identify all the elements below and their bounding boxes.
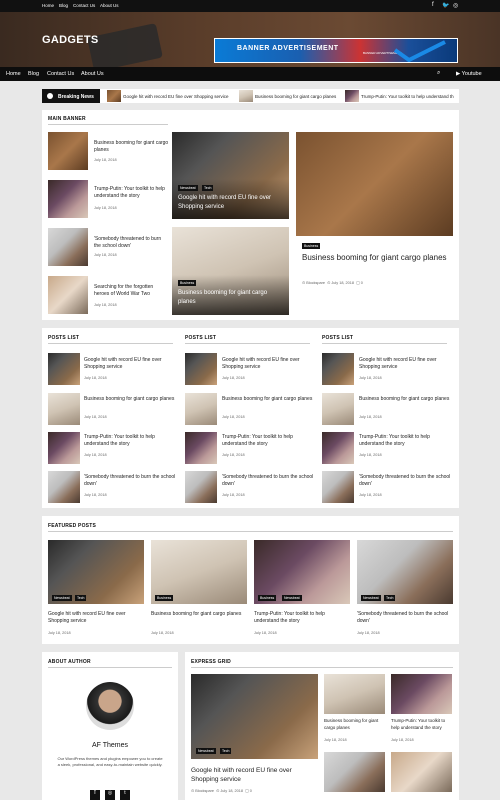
thumbnail [48,353,80,385]
author-bio: Our WordPress themes and plugins empower… [57,756,163,767]
nav-home[interactable]: Home [6,71,21,77]
thumbnail [48,393,80,425]
checkmark-graphic [393,40,446,62]
tag[interactable]: Business [258,595,277,601]
facebook-icon[interactable]: f [90,790,100,800]
banner-card-center-top[interactable]: Newsbeat Tech Google hit with record EU … [172,132,289,219]
tag[interactable]: Tech [75,595,87,601]
facebook-icon[interactable]: f [432,2,434,8]
thumbnail [239,90,253,102]
post-meta: ⊙ Blockspare ⊙ July 18, 2018 ▢ 0 [302,281,363,285]
nav-contact[interactable]: Contact Us [47,71,74,77]
banner-title: Business booming for giant cargo planes [302,253,447,262]
thumbnail [48,276,88,314]
section-title: POSTS LIST [185,335,217,341]
thumbnail: Newsbeat Tech [357,540,453,604]
youtube-link[interactable]: ▶ Youtube [456,71,482,77]
top-link-about[interactable]: About Us [100,3,119,8]
thumbnail [322,471,354,503]
thumbnail [48,228,88,266]
express-thumb[interactable] [391,752,452,792]
banner-advertisement[interactable]: BANNER ADVERTISEMENT BANNER ADVERTISEMEN… [214,38,458,63]
section-title: POSTS LIST [322,335,354,341]
divider [48,531,453,532]
twitter-icon[interactable]: 🐦 [442,2,449,9]
thumbnail [296,132,453,236]
main-nav: Home Blog Contact Us About Us ⌕ ▶ Youtub… [0,67,500,81]
youtube-icon: ▶ [456,71,461,77]
about-author-widget: ABOUT AUTHOR AF Themes Our WordPress the… [42,652,178,800]
thumbnail [322,393,354,425]
breaking-item[interactable]: Google hit with record EU fine over Shop… [107,90,231,102]
main-banner-section: MAIN BANNER Business booming for giant c… [42,110,459,320]
twitter-icon[interactable]: t [120,790,130,800]
tag[interactable]: Tech [220,748,232,754]
thumbnail: Newsbeat Tech [191,674,318,759]
breaking-item[interactable]: Business booming for giant cargo planes [239,90,339,102]
thumbnail [48,132,88,170]
top-link-home[interactable]: Home [42,3,54,8]
nav-about[interactable]: About Us [81,71,104,77]
featured-posts-section: FEATURED POSTS Newsbeat Tech Google hit … [42,516,459,644]
section-title: FEATURED POSTS [48,523,96,529]
top-bar: Home Blog Contact Us About Us f 🐦 ◎ [0,0,500,12]
divider [185,343,310,344]
thumbnail [322,353,354,385]
thumbnail [185,353,217,385]
thumbnail: Newsbeat Tech [48,540,144,604]
tag[interactable]: Tech [384,595,396,601]
tag[interactable]: Tech [202,185,214,191]
divider [48,343,173,344]
thumbnail [48,432,80,464]
section-title: ABOUT AUTHOR [48,659,91,665]
thumbnail [185,471,217,503]
tag[interactable]: Business [178,280,197,286]
site-header: GADGETS BANNER ADVERTISEMENT BANNER ADVE… [0,12,500,72]
thumbnail: Business [151,540,247,604]
thumbnail [185,393,217,425]
thumbnail [322,432,354,464]
breaking-label: Breaking News [42,89,100,103]
thumbnail [48,471,80,503]
express-grid-section: EXPRESS GRID Newsbeat Tech Google hit wi… [185,652,459,800]
search-icon[interactable]: ⌕ [437,70,440,77]
divider [322,343,447,344]
camera-image [87,23,163,72]
nav-blog[interactable]: Blog [28,71,39,77]
express-thumb[interactable] [324,752,385,792]
section-title: EXPRESS GRID [191,659,231,665]
divider [48,667,172,668]
divider [191,667,453,668]
tag[interactable]: Business [155,595,174,601]
section-title: MAIN BANNER [48,116,86,122]
instagram-icon[interactable]: ◎ [453,2,458,9]
breaking-dot-icon [47,93,53,99]
thumbnail [48,180,88,218]
section-title: POSTS LIST [48,335,80,341]
thumbnail: Business Newsbeat [254,540,350,604]
banner-card-center-bottom[interactable]: Business Business booming for giant carg… [172,227,289,315]
breaking-item[interactable]: Trump-Putin: Your toolkit to help unders… [345,90,459,102]
tag[interactable]: Newsbeat [282,595,302,601]
breaking-news-bar: Breaking News Google hit with record EU … [42,89,459,103]
post-meta: ⊙ Blockspare ⊙ July 18, 2018 ▢ 0 [191,789,252,793]
author-name: AF Themes [91,742,129,749]
tag[interactable]: Newsbeat [361,595,381,601]
thumbnail [345,90,359,102]
tag[interactable]: Newsbeat [196,748,216,754]
thumbnail [185,432,217,464]
instagram-icon[interactable]: ◎ [105,790,115,800]
divider [48,124,168,125]
tag[interactable]: Newsbeat [178,185,198,191]
site-logo[interactable]: GADGETS [42,34,99,46]
thumbnail [107,90,121,102]
avatar [86,682,134,730]
thumbnail [324,674,385,714]
thumbnail [391,674,452,714]
top-link-blog[interactable]: Blog [59,3,68,8]
tag[interactable]: Business [302,243,321,249]
tag[interactable]: Newsbeat [52,595,72,601]
posts-list-section: POSTS LIST POSTS LIST POSTS LIST Google … [42,328,459,508]
top-link-contact[interactable]: Contact Us [73,3,95,8]
